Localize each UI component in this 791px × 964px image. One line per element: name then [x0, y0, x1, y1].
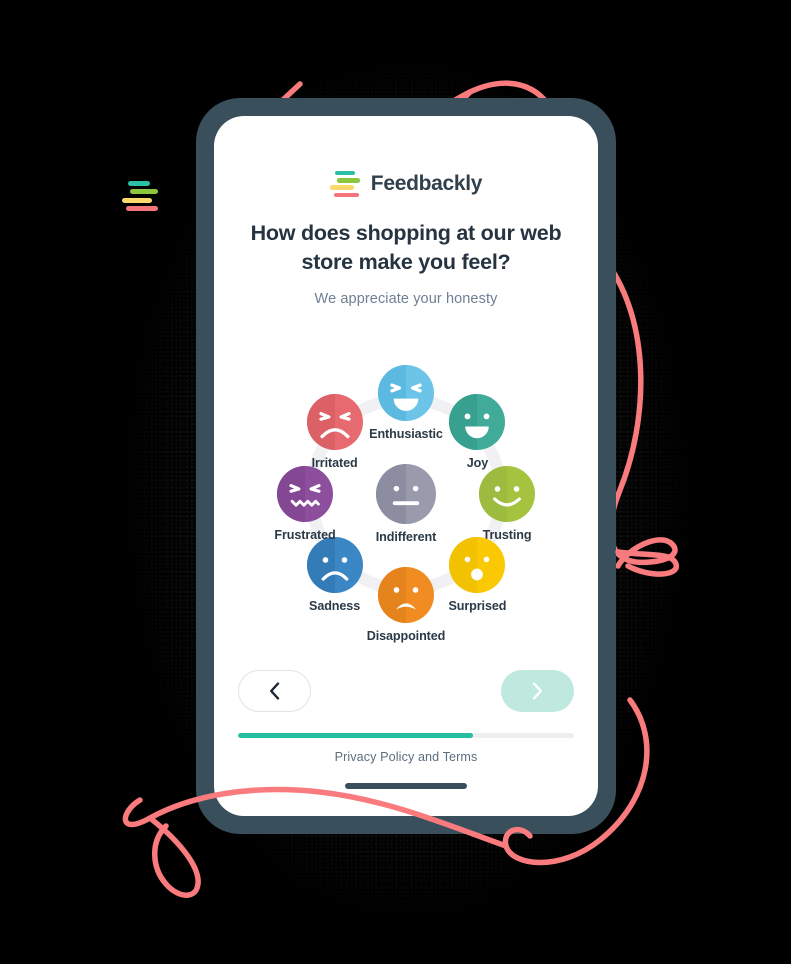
brand-name: Feedbackly [370, 172, 483, 195]
logo-bar-yellow [329, 185, 354, 190]
progress-bar-fill [238, 733, 474, 738]
privacy-policy-link[interactable]: Privacy Policy and Terms [214, 750, 598, 764]
logo-bar-teal [334, 171, 355, 176]
brand-logo: Feedbackly [214, 171, 598, 197]
emoji-label-frustrated: Frustrated [274, 527, 336, 542]
emoji-option-indifferent[interactable]: Indifferent [351, 463, 461, 544]
emoji-face-indifferent[interactable] [351, 463, 461, 524]
chevron-right-icon [532, 682, 542, 700]
emoji-face-trusting[interactable] [452, 465, 562, 522]
question-subtitle: We appreciate your honesty [314, 290, 498, 307]
emoji-label-indifferent: Indifferent [375, 529, 437, 544]
navigation-row [214, 670, 598, 712]
back-button[interactable] [238, 670, 311, 712]
decorative-logo-mark [120, 181, 160, 211]
neutral-icon [376, 463, 436, 524]
logo-bar-yellow [122, 197, 152, 203]
logo-bar-red [333, 192, 359, 197]
home-indicator [345, 783, 467, 789]
logo-bar-green [130, 189, 158, 195]
emoji-option-irritated[interactable]: Irritated [280, 394, 390, 470]
emoji-label-disappointed: Disappointed [366, 628, 446, 643]
logo-bar-green [336, 178, 360, 183]
emoji-option-joy[interactable]: Joy [422, 394, 532, 470]
question-title: How does shopping at our web store make … [250, 221, 562, 274]
phone-screen: Feedbackly How does shopping at our web … [214, 116, 598, 816]
emoji-option-sadness[interactable]: Sadness [280, 537, 390, 613]
angry-zigzag-icon [277, 465, 333, 522]
smile-line-icon [479, 465, 535, 522]
emoji-face-sadness[interactable] [280, 537, 390, 593]
smile-open-icon [449, 394, 506, 451]
emoji-face-frustrated[interactable] [250, 465, 360, 522]
chevron-left-icon [270, 682, 280, 700]
logo-bar-teal [128, 181, 150, 186]
screenshot-stage: Feedbackly How does shopping at our web … [0, 0, 791, 964]
emoji-option-trusting[interactable]: Trusting [452, 465, 562, 542]
emoji-label-sadness: Sadness [309, 599, 361, 613]
emoji-face-irritated[interactable] [280, 394, 390, 451]
feedbackly-logo-icon [329, 171, 360, 197]
emoji-wheel: Enthusiastic Joy Trusting Surprised Disappoi… [214, 315, 598, 671]
frown-icon [306, 537, 363, 593]
progress-bar [238, 733, 574, 738]
emoji-face-joy[interactable] [422, 394, 532, 451]
next-button[interactable] [501, 670, 574, 712]
phone-device: Feedbackly How does shopping at our web … [196, 98, 616, 834]
emoji-option-frustrated[interactable]: Frustrated [250, 465, 360, 542]
angry-frown-icon [306, 394, 363, 451]
survey-card: Feedbackly How does shopping at our web … [214, 116, 598, 816]
logo-bar-red [126, 205, 158, 211]
